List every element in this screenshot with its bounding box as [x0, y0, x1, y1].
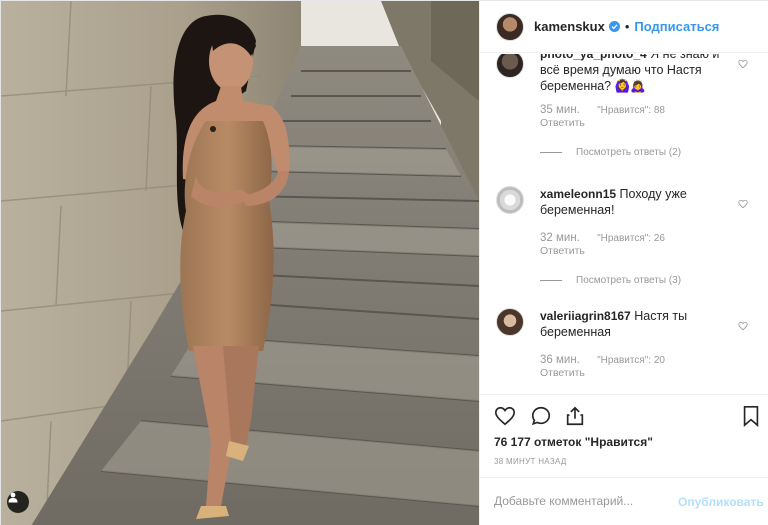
author-username[interactable]: kamenskux: [534, 19, 605, 34]
comment-text-block: valeriiagrin8167 Настя ты беременная: [540, 308, 736, 340]
comment-meta: 36 мин. "Нравится": 20 Ответить: [540, 354, 665, 380]
comment-username[interactable]: valeriiagrin8167: [540, 309, 631, 323]
commenter-avatar[interactable]: [496, 54, 524, 78]
view-replies-button[interactable]: Посмотреть ответы (2): [540, 147, 681, 158]
comment-meta: 32 мин. "Нравится": 26 Ответить: [540, 232, 665, 258]
comment-text-block: xameleonn15 Походу уже беременная!: [540, 186, 736, 218]
replies-divider: [540, 152, 562, 153]
comment-likes[interactable]: "Нравится": 88: [597, 105, 665, 116]
bookmark-icon[interactable]: [738, 403, 764, 429]
comment-like-heart-icon[interactable]: [738, 196, 748, 214]
post-actions: 76 177 отметок "Нравится" 38 МИНУТ НАЗАД…: [480, 394, 768, 525]
like-heart-icon[interactable]: [492, 403, 518, 429]
photo-illustration: [1, 1, 479, 525]
publish-button[interactable]: Опубликовать: [678, 495, 764, 509]
view-replies-label: Посмотреть ответы (2): [576, 147, 682, 158]
commenter-avatar[interactable]: [496, 308, 524, 336]
comment-likes[interactable]: "Нравится": 20: [597, 355, 665, 366]
add-comment-input[interactable]: [494, 494, 664, 508]
comment-text-block: photo_ya_photo_4 Я не знаю и всё время д…: [540, 54, 736, 94]
comment-reply-button[interactable]: Ответить: [540, 117, 665, 130]
comment-reply-button[interactable]: Ответить: [540, 245, 665, 258]
post-header: kamenskux • Подписаться: [480, 1, 768, 53]
verified-badge-icon: [608, 21, 620, 32]
follow-button[interactable]: Подписаться: [634, 19, 719, 34]
comment-bubble-icon[interactable]: [528, 403, 554, 429]
header-separator: •: [624, 19, 630, 34]
user-tags-button[interactable]: [7, 491, 29, 513]
view-replies-label: Посмотреть ответы (3): [576, 275, 682, 286]
likes-count[interactable]: 76 177 отметок "Нравится": [494, 435, 653, 449]
comment-time[interactable]: 35 мин.: [540, 104, 580, 116]
replies-divider: [540, 280, 562, 281]
comment-meta: 35 мин. "Нравится": 88 Ответить: [540, 104, 665, 130]
comment-time[interactable]: 36 мин.: [540, 354, 580, 366]
post-side-panel: kamenskux • Подписаться photo_ya_photo_4…: [479, 1, 768, 525]
author-avatar[interactable]: [496, 12, 524, 41]
view-replies-button[interactable]: Посмотреть ответы (3): [540, 275, 681, 286]
post-photo[interactable]: [1, 1, 479, 525]
person-tag-icon: [8, 492, 18, 503]
comment-username[interactable]: photo_ya_photo_4: [540, 54, 647, 61]
comment-like-heart-icon[interactable]: [738, 56, 748, 74]
instagram-post: kamenskux • Подписаться photo_ya_photo_4…: [0, 0, 768, 525]
comments-list[interactable]: photo_ya_photo_4 Я не знаю и всё время д…: [480, 54, 768, 394]
post-timestamp[interactable]: 38 МИНУТ НАЗАД: [494, 457, 567, 466]
comment-username[interactable]: xameleonn15: [540, 187, 616, 201]
comment-time[interactable]: 32 мин.: [540, 232, 580, 244]
comment-reply-button[interactable]: Ответить: [540, 367, 665, 380]
add-comment-bar: Опубликовать: [480, 477, 768, 525]
comment-like-heart-icon[interactable]: [738, 318, 748, 336]
commenter-avatar[interactable]: [496, 186, 524, 214]
comment-likes[interactable]: "Нравится": 26: [597, 233, 665, 244]
share-icon[interactable]: [562, 403, 588, 429]
